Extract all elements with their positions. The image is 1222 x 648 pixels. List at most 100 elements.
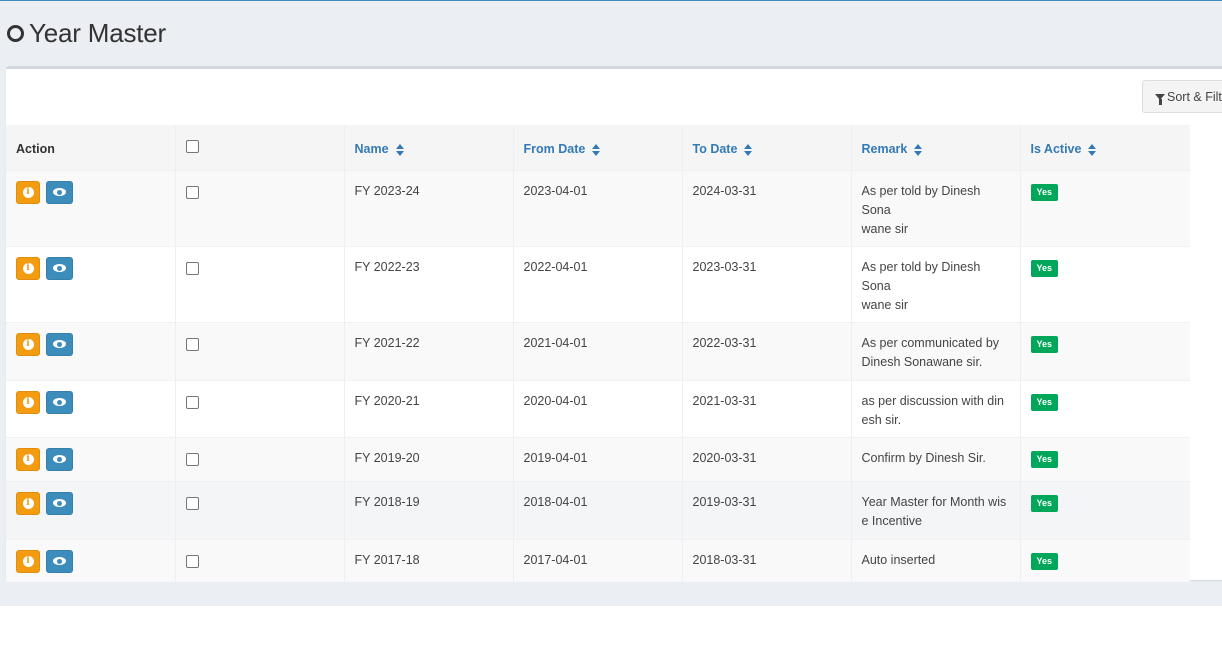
- table-row: i FY 2020-21 2020-04-01 2021-03-31 as pe…: [6, 380, 1190, 437]
- select-cell: [175, 380, 345, 437]
- is-active-cell: Yes: [1020, 481, 1190, 539]
- info-icon: i: [22, 555, 34, 567]
- view-button[interactable]: [46, 256, 73, 280]
- action-cell: i: [6, 380, 176, 437]
- status-badge: Yes: [1030, 335, 1059, 353]
- name-cell: FY 2018-19: [344, 481, 514, 539]
- row-checkbox[interactable]: [185, 452, 199, 466]
- column-header-from-date[interactable]: From Date: [513, 125, 683, 170]
- remark-cell: As per communicated by Dinesh Sonawane si…: [851, 322, 1021, 380]
- remark-cell: as per discussion with din esh sir.: [851, 380, 1021, 437]
- row-checkbox[interactable]: [185, 185, 199, 199]
- eye-icon: [53, 398, 66, 406]
- view-button[interactable]: [46, 491, 73, 515]
- info-button[interactable]: i: [16, 332, 40, 356]
- to-date-cell: 2022-03-31: [682, 322, 852, 380]
- to-date-cell: 2018-03-31: [682, 539, 852, 582]
- info-button[interactable]: i: [16, 549, 40, 573]
- remark-cell: Auto inserted: [851, 539, 1021, 582]
- is-active-cell: Yes: [1020, 170, 1190, 246]
- from-date-cell: 2023-04-01: [513, 170, 683, 246]
- column-header-name[interactable]: Name: [344, 125, 514, 170]
- action-cell: i: [6, 170, 176, 246]
- info-icon: i: [22, 338, 34, 350]
- remark-cell: As per told by Dinesh Sona wane sir: [851, 170, 1021, 246]
- remark-cell: Year Master for Month wis e Incentive: [851, 481, 1021, 539]
- info-icon: i: [22, 497, 34, 509]
- is-active-cell: Yes: [1020, 322, 1190, 380]
- row-checkbox[interactable]: [185, 337, 199, 351]
- info-button[interactable]: i: [16, 256, 40, 280]
- status-badge: Yes: [1030, 393, 1059, 411]
- circle-outline-icon: [7, 25, 24, 42]
- info-button[interactable]: i: [16, 390, 40, 414]
- table-row: i FY 2019-20 2019-04-01 2020-03-31 Confi…: [6, 437, 1190, 481]
- page-title: Year Master: [29, 17, 167, 48]
- view-button[interactable]: [46, 180, 73, 204]
- is-active-cell: Yes: [1020, 246, 1190, 322]
- filter-icon: [1155, 93, 1165, 105]
- info-icon: i: [22, 453, 34, 465]
- sort-filter-button[interactable]: Sort & Filt: [1142, 80, 1222, 113]
- name-cell: FY 2021-22: [344, 322, 514, 380]
- sort-icon: [744, 143, 753, 156]
- from-date-cell: 2019-04-01: [513, 437, 683, 481]
- status-badge: Yes: [1030, 552, 1059, 570]
- table-row: i FY 2021-22 2021-04-01 2022-03-31 As pe…: [6, 322, 1190, 380]
- select-cell: [175, 539, 345, 582]
- view-button[interactable]: [46, 549, 73, 573]
- year-master-table: Action Name From Date To Date Remark Is …: [6, 125, 1190, 582]
- sort-filter-label: Sort & Filt: [1167, 89, 1222, 104]
- info-icon: i: [22, 262, 34, 274]
- sort-icon: [914, 143, 923, 156]
- to-date-cell: 2023-03-31: [682, 246, 852, 322]
- to-date-cell: 2020-03-31: [682, 437, 852, 481]
- is-active-cell: Yes: [1020, 380, 1190, 437]
- row-checkbox[interactable]: [185, 496, 199, 510]
- name-cell: FY 2017-18: [344, 539, 514, 582]
- select-cell: [175, 170, 345, 246]
- content-card: Sort & Filt Action Name From Date To Dat…: [6, 66, 1222, 582]
- view-button[interactable]: [46, 332, 73, 356]
- from-date-cell: 2018-04-01: [513, 481, 683, 539]
- sort-icon: [1088, 143, 1097, 156]
- from-date-cell: 2021-04-01: [513, 322, 683, 380]
- name-cell: FY 2019-20: [344, 437, 514, 481]
- select-cell: [175, 322, 345, 380]
- sort-icon: [395, 143, 404, 156]
- row-checkbox[interactable]: [185, 261, 199, 275]
- from-date-cell: 2020-04-01: [513, 380, 683, 437]
- action-cell: i: [6, 246, 176, 322]
- to-date-cell: 2021-03-31: [682, 380, 852, 437]
- column-header-select: [175, 125, 345, 170]
- column-header-remark[interactable]: Remark: [851, 125, 1021, 170]
- view-button[interactable]: [46, 447, 73, 471]
- column-header-to-date[interactable]: To Date: [682, 125, 852, 170]
- remark-cell: As per told by Dinesh Sona wane sir: [851, 246, 1021, 322]
- info-button[interactable]: i: [16, 491, 40, 515]
- action-cell: i: [6, 322, 176, 380]
- from-date-cell: 2022-04-01: [513, 246, 683, 322]
- row-checkbox[interactable]: [185, 395, 199, 409]
- name-cell: FY 2020-21: [344, 380, 514, 437]
- status-badge: Yes: [1030, 183, 1059, 201]
- table-header-row: Action Name From Date To Date Remark Is …: [6, 125, 1190, 170]
- info-icon: i: [22, 396, 34, 408]
- eye-icon: [53, 340, 66, 348]
- info-button[interactable]: i: [16, 180, 40, 204]
- table-row: i FY 2018-19 2018-04-01 2019-03-31 Year …: [6, 481, 1190, 539]
- view-button[interactable]: [46, 390, 73, 414]
- row-checkbox[interactable]: [185, 554, 199, 568]
- table-row: i FY 2017-18 2017-04-01 2018-03-31 Auto …: [6, 539, 1190, 582]
- action-cell: i: [6, 539, 176, 582]
- sort-icon: [592, 143, 601, 156]
- select-all-checkbox[interactable]: [185, 140, 199, 154]
- column-header-is-active[interactable]: Is Active: [1020, 125, 1190, 170]
- to-date-cell: 2024-03-31: [682, 170, 852, 246]
- remark-cell: Confirm by Dinesh Sir.: [851, 437, 1021, 481]
- info-button[interactable]: i: [16, 447, 40, 471]
- is-active-cell: Yes: [1020, 437, 1190, 481]
- table-row: i FY 2022-23 2022-04-01 2023-03-31 As pe…: [6, 246, 1190, 322]
- select-cell: [175, 437, 345, 481]
- status-badge: Yes: [1030, 494, 1059, 512]
